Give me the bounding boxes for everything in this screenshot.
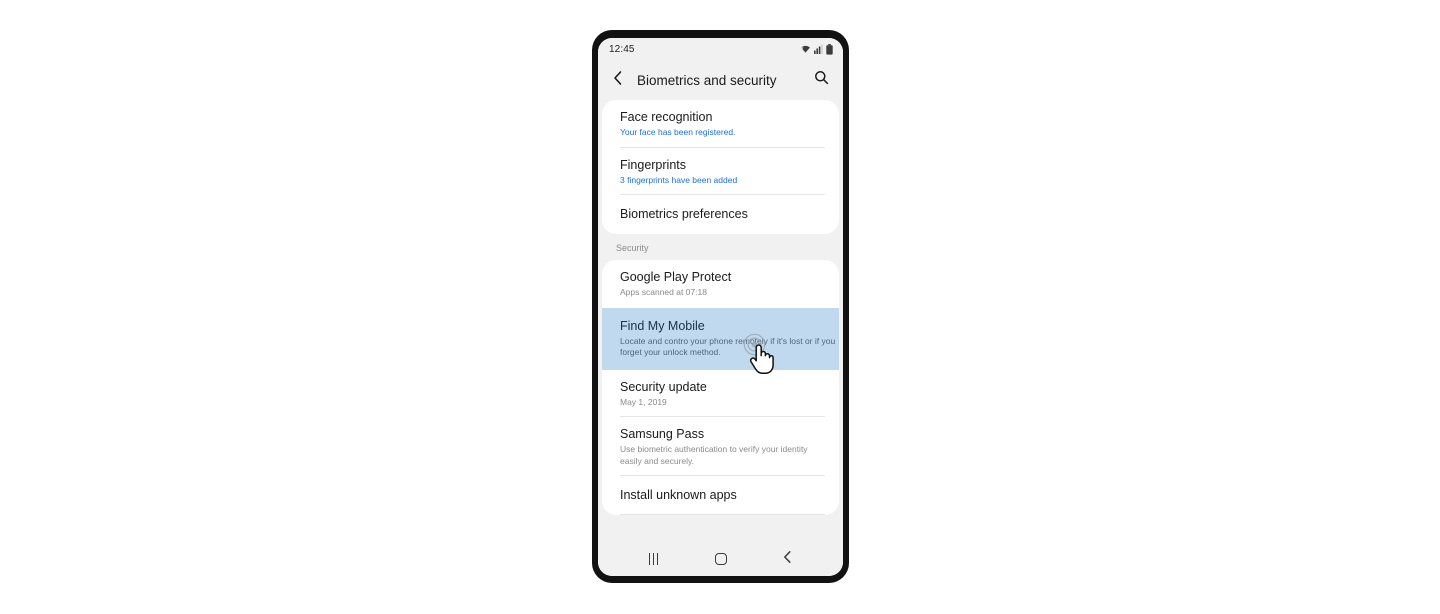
list-item-title: Biometrics preferences (620, 207, 748, 221)
list-item-title: Samsung Pass (620, 427, 705, 441)
cellular-signal-icon (814, 44, 823, 54)
section-header-security: Security (598, 234, 843, 260)
list-item-title: Google Play Protect (620, 270, 732, 284)
list-item-fingerprints[interactable]: Fingerprints 3 fingerprints have been ad… (602, 148, 839, 195)
list-item-title: Install unknown apps (620, 488, 737, 502)
wifi-icon (800, 44, 811, 54)
chevron-left-icon (612, 70, 624, 91)
list-item-find-my-mobile[interactable]: Find My Mobile Locate and contro your ph… (602, 307, 839, 370)
settings-list[interactable]: Face recognition Your face has been regi… (598, 100, 843, 542)
search-icon (814, 70, 829, 90)
back-button[interactable] (607, 69, 629, 91)
status-bar-icons (800, 43, 833, 55)
list-item-samsung-pass[interactable]: Samsung Pass Use biometric authenticatio… (602, 417, 839, 476)
settings-card-biometrics: Face recognition Your face has been regi… (602, 100, 839, 234)
list-item-subtitle: Locate and contro your phone remotely if… (620, 335, 836, 358)
list-item-subtitle: Use biometric authentication to verify y… (620, 444, 808, 466)
list-item-biometrics-preferences[interactable]: Biometrics preferences (602, 195, 839, 234)
phone-frame: 12:45 Biometrics and security Face recog… (592, 30, 849, 583)
list-item-subtitle: Your face has been registered. (620, 127, 736, 137)
list-item-install-unknown-apps[interactable]: Install unknown apps (602, 476, 839, 515)
list-item-face-recognition[interactable]: Face recognition Your face has been regi… (602, 100, 839, 148)
list-item-title: Security update (620, 379, 707, 394)
list-item-subtitle: May 1, 2019 (620, 396, 667, 407)
list-item-title: Face recognition (620, 110, 713, 124)
list-item-google-play-protect[interactable]: Google Play Protect Apps scanned at 07:1… (602, 260, 839, 308)
list-item-title: Fingerprints (620, 157, 686, 172)
page-title: Biometrics and security (637, 72, 777, 88)
app-bar: Biometrics and security (598, 60, 843, 100)
android-nav-bar (598, 542, 843, 576)
row-divider (620, 514, 825, 515)
list-item-security-update[interactable]: Security update May 1, 2019 (602, 370, 839, 417)
list-item-subtitle: 3 fingerprints have been added (620, 174, 738, 185)
battery-icon (826, 43, 833, 55)
status-bar: 12:45 (598, 38, 843, 60)
recent-apps-button[interactable] (636, 544, 672, 574)
list-item-title: Find My Mobile (620, 318, 705, 333)
list-item-subtitle: Apps scanned at 07:18 (620, 287, 707, 297)
status-bar-clock: 12:45 (609, 43, 635, 55)
home-button[interactable] (703, 544, 739, 574)
settings-card-security: Google Play Protect Apps scanned at 07:1… (602, 260, 839, 515)
chevron-left-icon (782, 550, 793, 569)
recent-apps-icon (648, 553, 659, 565)
nav-back-button[interactable] (770, 544, 806, 574)
phone-screen: 12:45 Biometrics and security Face recog… (598, 38, 843, 576)
search-button[interactable] (810, 69, 832, 91)
home-icon (714, 553, 727, 565)
